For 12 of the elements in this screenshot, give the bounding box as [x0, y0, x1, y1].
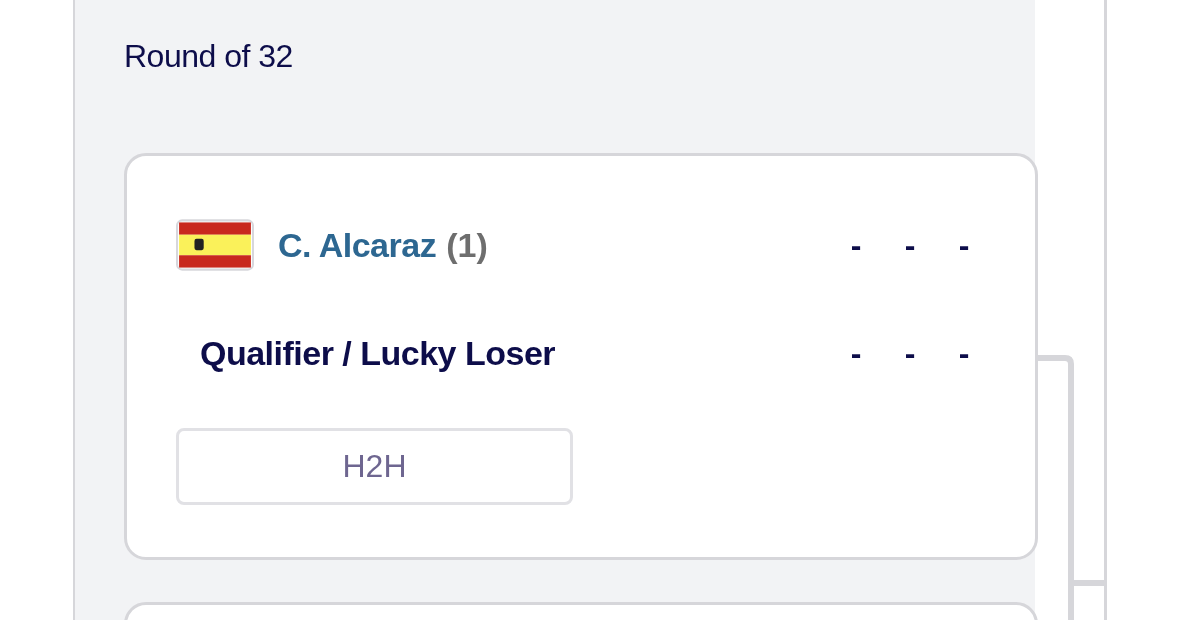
- round-title: Round of 32: [124, 37, 294, 76]
- set-score: -: [957, 334, 971, 372]
- player-name-link[interactable]: C. Alcaraz: [278, 225, 437, 265]
- h2h-button[interactable]: H2H: [176, 428, 573, 505]
- seed-number: (1): [446, 225, 488, 265]
- spain-flag-icon: [176, 219, 254, 271]
- set-score: -: [957, 226, 971, 264]
- set-score: -: [903, 226, 917, 264]
- set-score: -: [903, 334, 917, 372]
- player-name: Qualifier / Lucky Loser: [200, 333, 556, 373]
- set-score: -: [849, 334, 863, 372]
- set-score: -: [849, 226, 863, 264]
